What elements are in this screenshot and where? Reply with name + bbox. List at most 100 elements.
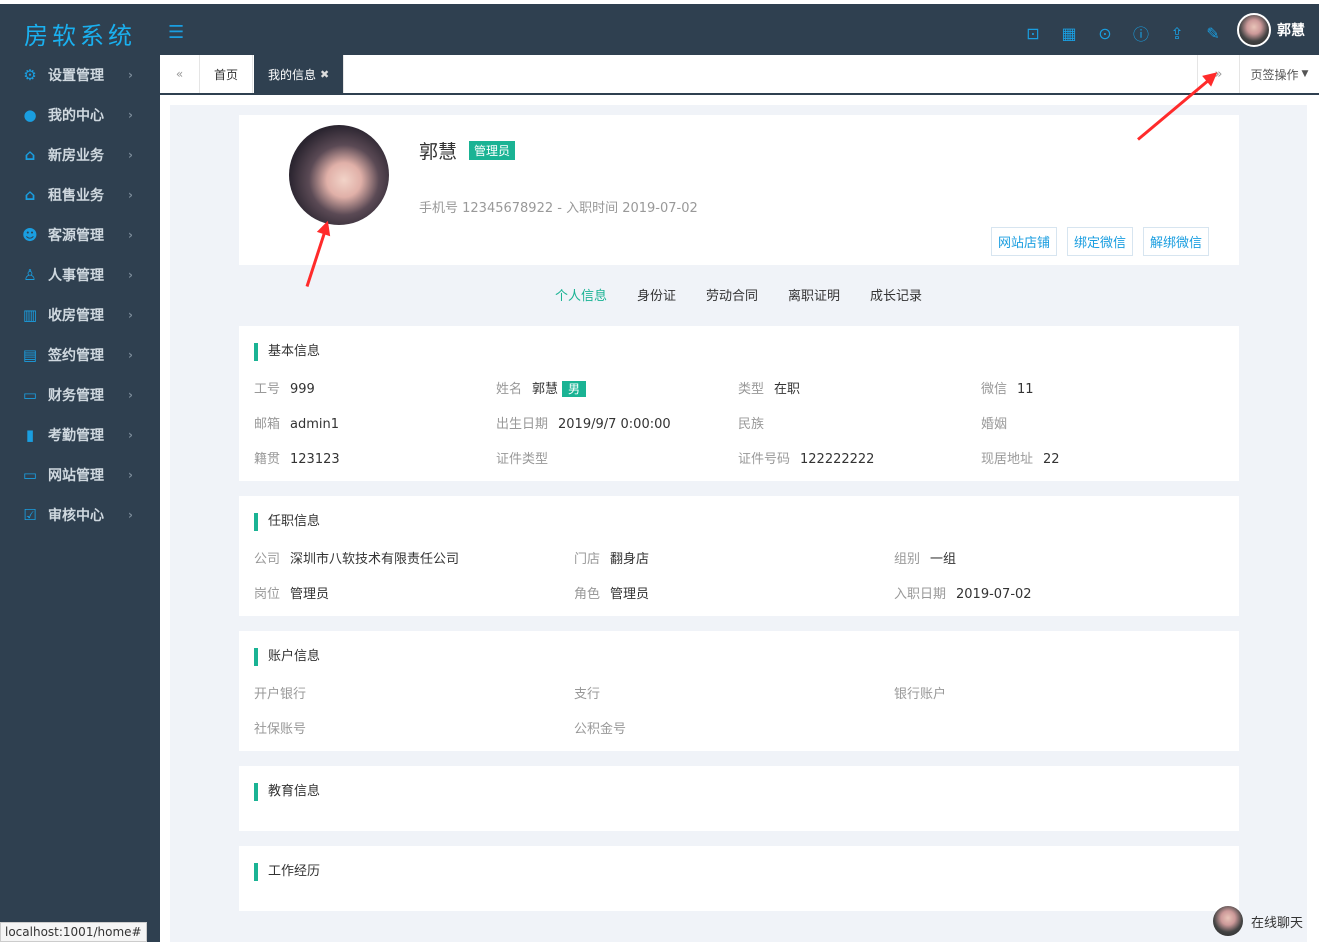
tab-home[interactable]: 首页 [200,55,254,93]
monitor-icon: ▭ [22,466,38,484]
chevron-right-icon: › [128,348,133,362]
sidebar-item-collect[interactable]: ▥ 收房管理 › [0,295,160,335]
upload-icon[interactable]: ⇪ [1166,22,1188,44]
field-wechat: 微信 11 [981,382,1034,397]
user-menu[interactable]: 郭慧 [1237,13,1305,47]
unbind-wechat-button[interactable]: 解绑微信 [1142,227,1209,256]
user-icon: ● [23,106,37,124]
chevron-right-icon: › [128,108,133,122]
subtab-id-card[interactable]: 身份证 [637,285,676,304]
sidebar-item-settings[interactable]: ⚙ 设置管理 › [0,55,160,95]
field-position: 岗位 管理员 [254,587,330,602]
chevron-right-icon: › [128,388,133,402]
location-icon[interactable]: ⊙ [1094,22,1116,44]
section-title: 账户信息 [254,648,320,666]
field-social-security: 社保账号 [254,722,307,737]
app-logo: 房软系统 [24,22,136,50]
sidebar-item-customers[interactable]: ☻ 客源管理 › [0,215,160,255]
chevron-right-icon: › [128,188,133,202]
subtab-labor-contract[interactable]: 劳动合同 [706,285,758,304]
chevron-right-icon: › [128,508,133,522]
profile-subtabs: 个人信息 身份证 劳动合同 离职证明 成长记录 [170,285,1307,304]
chevron-right-icon: › [128,308,133,322]
home-outline-icon: ⌂ [24,186,36,204]
check-square-icon: ☑ [23,506,37,524]
field-name: 姓名 郭慧男 [496,378,587,397]
profile-avatar[interactable] [289,125,389,225]
tab-scroll-left-icon[interactable]: « [160,55,200,93]
sidebar-item-attendance[interactable]: ▮ 考勤管理 › [0,415,160,455]
field-bank-account: 银行账户 [894,687,947,702]
help-icon[interactable]: ⓘ [1130,22,1152,44]
field-email: 邮箱 admin1 [254,417,340,432]
field-marital: 婚姻 [981,417,1008,432]
caret-down-icon: ▼ [1301,69,1309,79]
sidebar-item-rent-sale[interactable]: ⌂ 租售业务 › [0,175,160,215]
menu-toggle-icon[interactable]: ☰ [168,22,184,43]
chevron-right-icon: › [128,468,133,482]
house-icon: ⌂ [24,146,36,164]
sidebar-item-website[interactable]: ▭ 网站管理 › [0,455,160,495]
sidebar-item-my-center[interactable]: ● 我的中心 › [0,95,160,135]
tab-my-info[interactable]: 我的信息 ✖ [254,55,345,93]
edit-icon[interactable]: ✎ [1202,22,1224,44]
org-chart-icon: ♙ [23,266,37,284]
field-ethnicity: 民族 [738,417,765,432]
field-store: 门店 翻身店 [574,552,650,567]
top-toolbar: ⊡ ▦ ⊙ ⓘ ⇪ ✎ [1022,22,1224,45]
profile-actions: 网站店铺 绑定微信 解绑微信 [990,227,1209,256]
document-icon: ▤ [22,346,38,364]
sidebar-item-review[interactable]: ☑ 审核中心 › [0,495,160,535]
gender-badge: 男 [562,381,587,397]
tab-bar: « 首页 我的信息✖ » 页签操作▼ [160,55,1319,95]
profile-name: 郭慧 [419,141,458,163]
user-name: 郭慧 [1277,23,1305,39]
contact-card-icon[interactable]: ⊡ [1022,22,1044,44]
chevron-right-icon: › [128,228,133,242]
profile-meta: 手机号 12345678922 - 入职时间 2019-07-02 [419,201,698,216]
chevron-right-icon: › [128,148,133,162]
chevron-right-icon: › [128,428,133,442]
subtab-personal-info[interactable]: 个人信息 [555,285,607,304]
users-icon: ☻ [22,226,38,244]
avatar [1212,906,1243,936]
section-title: 教育信息 [254,783,320,801]
grid-icon[interactable]: ▦ [1058,22,1080,44]
status-url: localhost:1001/home# [0,922,147,942]
bind-wechat-button[interactable]: 绑定微信 [1066,227,1133,256]
field-housing-fund: 公积金号 [574,722,627,737]
close-icon[interactable]: ✖ [320,68,329,81]
sidebar-item-hr[interactable]: ♙ 人事管理 › [0,255,160,295]
field-group: 组别 一组 [894,552,957,567]
avatar [1237,13,1271,47]
field-birthday: 出生日期 2019/9/7 0:00:00 [496,417,671,432]
subtab-resignation[interactable]: 离职证明 [788,285,840,304]
account-info-card: 账户信息 开户银行 支行 银行账户 社保账号 公积金号 [239,631,1239,751]
chevron-right-icon: › [128,68,133,82]
role-badge: 管理员 [469,141,516,160]
chevron-right-icon: › [128,268,133,282]
field-type: 类型 在职 [738,382,801,397]
section-title: 基本信息 [254,343,320,361]
gear-icon: ⚙ [23,66,37,84]
field-branch: 支行 [574,687,601,702]
website-store-button[interactable]: 网站店铺 [990,227,1057,256]
field-company: 公司 深圳市八软技术有限责任公司 [254,552,460,567]
field-native-place: 籍贯 123123 [254,452,340,467]
field-role: 角色 管理员 [574,587,650,602]
field-address: 现居地址 22 [981,452,1060,467]
online-chat-button[interactable]: 在线聊天 [1212,906,1303,936]
sidebar-item-finance[interactable]: ▭ 财务管理 › [0,375,160,415]
subtab-growth-record[interactable]: 成长记录 [870,285,922,304]
sidebar-item-contracts[interactable]: ▤ 签约管理 › [0,335,160,375]
field-id-type: 证件类型 [496,452,549,467]
field-hire-date: 入职日期 2019-07-02 [894,587,1032,602]
wallet-icon: ▭ [22,386,38,404]
basic-info-card: 基本信息 工号 999 姓名 郭慧男 类型 在职 微信 11 邮箱 admin1 出生日期… [239,326,1239,481]
top-bar: 房软系统 ☰ ⊡ ▦ ⊙ ⓘ ⇪ ✎ 郭慧 [0,0,1319,55]
tab-operations-dropdown[interactable]: 页签操作 ▼ [1239,55,1319,93]
section-title: 工作经历 [254,863,320,881]
section-title: 任职信息 [254,513,320,531]
sidebar-item-new-house[interactable]: ⌂ 新房业务 › [0,135,160,175]
field-id-number: 证件号码 122222222 [738,452,875,467]
